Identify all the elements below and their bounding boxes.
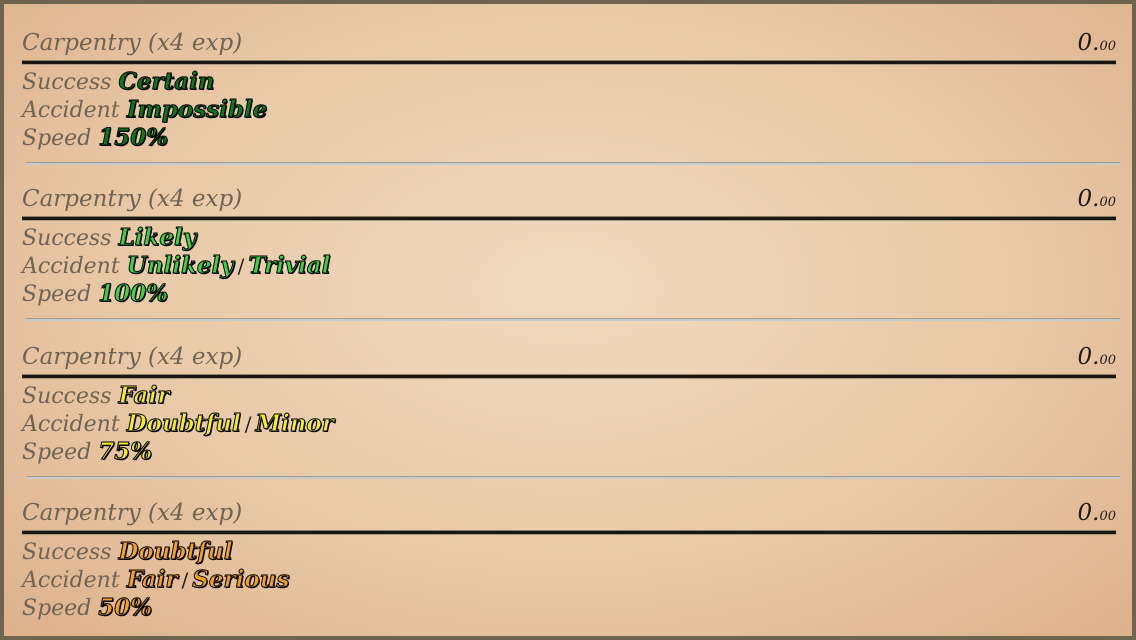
speed-row: Speed 100% xyxy=(22,280,330,308)
speed-row: Speed 50% xyxy=(22,594,289,622)
skill-header: Carpentry (x4 exp) 0.00 xyxy=(22,184,1116,221)
severity-separator: / xyxy=(237,254,245,278)
speed-value: 100% xyxy=(98,280,169,308)
severity-separator: / xyxy=(181,568,189,592)
accident-value: Impossible xyxy=(126,96,268,124)
speed-label: Speed xyxy=(22,440,92,465)
success-label: Success xyxy=(22,226,112,251)
speed-label: Speed xyxy=(22,126,92,151)
skill-exp: 0.00 xyxy=(1077,500,1117,526)
skill-block: Carpentry (x4 exp) 0.00 Success Likely A… xyxy=(22,184,1116,308)
block-divider xyxy=(26,476,1120,479)
speed-row: Speed 150% xyxy=(22,124,267,152)
exp-progress-bar xyxy=(22,216,1116,221)
accident-row: Accident Fair / Serious xyxy=(22,566,290,594)
skill-info-panel: Carpentry (x4 exp) 0.00 Success Certain … xyxy=(0,0,1136,640)
skill-exp: 0.00 xyxy=(1077,344,1117,370)
success-value: Doubtful xyxy=(118,538,233,566)
speed-value: 75% xyxy=(98,438,153,466)
accident-value: Doubtful xyxy=(126,410,241,438)
skill-block: Carpentry (x4 exp) 0.00 Success Certain … xyxy=(22,28,1116,152)
success-value: Certain xyxy=(118,68,215,96)
skill-name: Carpentry (x4 exp) xyxy=(22,186,243,212)
speed-value: 150% xyxy=(98,124,169,152)
accident-label: Accident xyxy=(22,254,120,279)
accident-severity: Minor xyxy=(255,410,334,438)
speed-label: Speed xyxy=(22,282,92,307)
accident-row: Accident Unlikely / Trivial xyxy=(22,252,331,280)
success-row: Success Doubtful xyxy=(22,538,289,566)
accident-label: Accident xyxy=(22,412,120,437)
accident-severity: Serious xyxy=(192,566,290,594)
skill-block: Carpentry (x4 exp) 0.00 Success Doubtful… xyxy=(22,498,1116,622)
exp-progress-bar xyxy=(22,374,1116,379)
block-divider xyxy=(26,318,1120,321)
accident-row: Accident Doubtful / Minor xyxy=(22,410,334,438)
success-label: Success xyxy=(22,384,112,409)
skill-header: Carpentry (x4 exp) 0.00 xyxy=(22,342,1116,379)
skill-name: Carpentry (x4 exp) xyxy=(22,500,243,526)
skill-exp: 0.00 xyxy=(1077,30,1117,56)
skill-exp: 0.00 xyxy=(1077,186,1117,212)
speed-row: Speed 75% xyxy=(22,438,334,466)
success-row: Success Certain xyxy=(22,68,267,96)
success-value: Fair xyxy=(118,382,170,410)
speed-value: 50% xyxy=(98,594,153,622)
skill-block: Carpentry (x4 exp) 0.00 Success Fair Acc… xyxy=(22,342,1116,466)
block-divider xyxy=(26,162,1120,165)
severity-separator: / xyxy=(244,412,252,436)
accident-row: Accident Impossible xyxy=(22,96,268,124)
success-row: Success Likely xyxy=(22,224,330,252)
accident-value: Fair xyxy=(126,566,178,594)
skill-header: Carpentry (x4 exp) 0.00 xyxy=(22,28,1116,65)
skill-header: Carpentry (x4 exp) 0.00 xyxy=(22,498,1116,535)
skill-name: Carpentry (x4 exp) xyxy=(22,30,243,56)
accident-value: Unlikely xyxy=(126,252,234,280)
success-row: Success Fair xyxy=(22,382,334,410)
exp-progress-bar xyxy=(22,60,1116,65)
success-label: Success xyxy=(22,540,112,565)
accident-label: Accident xyxy=(22,98,120,123)
accident-severity: Trivial xyxy=(248,252,331,280)
success-value: Likely xyxy=(118,224,197,252)
accident-label: Accident xyxy=(22,568,120,593)
success-label: Success xyxy=(22,70,112,95)
speed-label: Speed xyxy=(22,596,92,621)
skill-name: Carpentry (x4 exp) xyxy=(22,344,243,370)
exp-progress-bar xyxy=(22,530,1116,535)
